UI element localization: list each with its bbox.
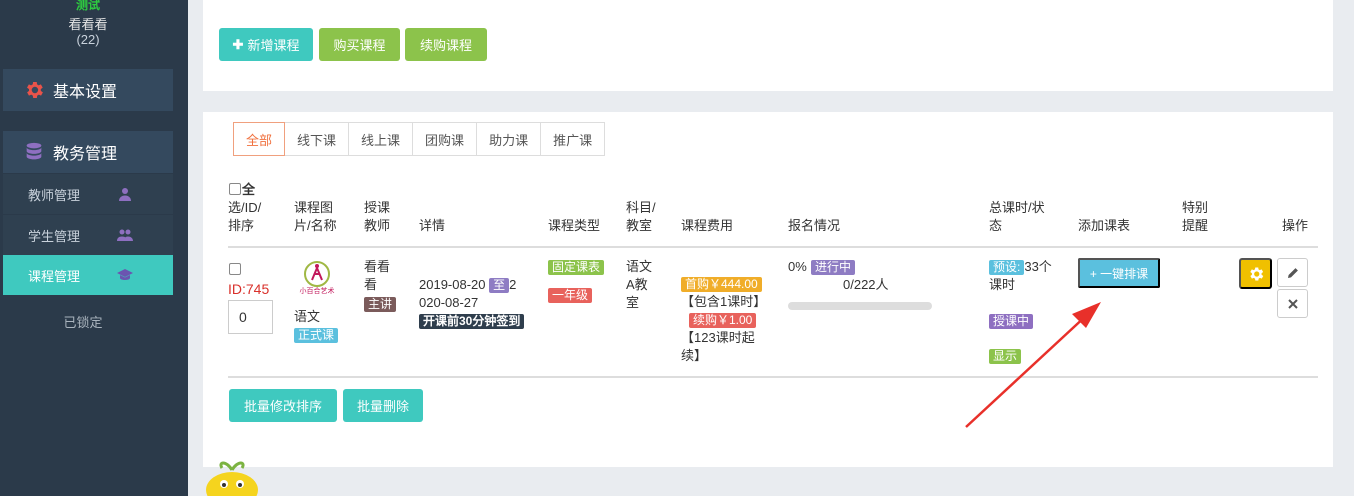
teacher-lead-badge: 主讲 xyxy=(364,295,397,313)
toolbar-panel: ✚ 新增课程 购买课程 续购课程 xyxy=(203,0,1333,91)
subject-room: 语文 A教 室 xyxy=(626,259,653,310)
course-logo: 小百合艺术 xyxy=(294,260,340,300)
header-enroll: 报名情况 xyxy=(788,218,841,233)
user-count: (22) xyxy=(76,32,100,47)
select-all-checkbox[interactable] xyxy=(229,183,241,195)
nav-edu-admin-label: 教务管理 xyxy=(53,146,118,163)
database-icon xyxy=(23,141,45,163)
header-add-schedule: 添加课表 xyxy=(1078,218,1131,233)
svg-text:小百合艺术: 小百合艺术 xyxy=(300,286,335,295)
header-reminder: 特别 提醒 xyxy=(1182,200,1209,233)
course-name: 语文 xyxy=(294,309,321,324)
edit-button[interactable] xyxy=(1277,258,1308,287)
header-select-all: 全 xyxy=(242,182,256,197)
checkin-badge: 开课前30分钟签到 xyxy=(419,312,525,330)
enroll-percent: 0% xyxy=(788,259,807,274)
tab-assist[interactable]: 助力课 xyxy=(476,122,542,156)
batch-modify-sort-button[interactable]: 批量修改排序 xyxy=(229,389,337,422)
renew-course-button[interactable]: 续购课程 xyxy=(405,28,487,61)
sidebar-item-teachers[interactable]: 教师管理 xyxy=(3,174,173,214)
row-divider xyxy=(228,376,1318,378)
batch-delete-button[interactable]: 批量删除 xyxy=(343,389,423,422)
fee-first-note: 【包含1课时】 xyxy=(681,294,767,309)
preset-unit: 课时 xyxy=(989,277,1016,292)
enroll-count: 0/222人 xyxy=(843,277,889,292)
course-formal-badge: 正式课 xyxy=(294,326,339,344)
pencil-icon xyxy=(1287,267,1298,278)
sort-input[interactable] xyxy=(228,300,273,334)
course-dates: 2019-08-20 至2 xyxy=(419,277,517,293)
header-teacher: 授课 教师 xyxy=(364,200,391,233)
add-course-button[interactable]: ✚ 新增课程 xyxy=(219,28,313,61)
tab-promo[interactable]: 推广课 xyxy=(540,122,606,156)
sidebar-item-label: 学生管理 xyxy=(28,228,81,244)
gear-icon xyxy=(23,79,45,101)
auto-schedule-button[interactable]: + 一键排课 xyxy=(1078,258,1160,288)
delete-button[interactable] xyxy=(1277,289,1308,318)
course-id: ID:745 xyxy=(228,281,270,297)
course-type-tabs: 全部 线下课 线上课 团购课 助力课 推广课 xyxy=(233,122,606,156)
tab-online[interactable]: 线上课 xyxy=(348,122,414,156)
type-grade-badge: 一年级 xyxy=(548,286,593,304)
header-actions: 操作 xyxy=(1282,218,1309,233)
header-image: 课程图 片/名称 xyxy=(294,200,337,233)
settings-button[interactable] xyxy=(1239,258,1272,289)
close-icon xyxy=(1287,298,1298,309)
nav-basic-settings[interactable]: 基本设置 xyxy=(3,69,173,111)
teacher-name: 看看 看 xyxy=(364,259,391,292)
header-total: 总课时/状 态 xyxy=(989,200,1045,233)
header-fee: 课程费用 xyxy=(681,218,734,233)
sidebar-item-label: 课程管理 xyxy=(28,268,81,284)
course-date-end: 020-08-27 xyxy=(419,295,479,310)
fee-first-badge: 首购￥444.00 xyxy=(681,275,762,293)
gear-icon xyxy=(1249,266,1263,281)
fee-renew-badge: 续购￥1.00 xyxy=(689,311,757,329)
nav-edu-admin[interactable]: 教务管理 xyxy=(3,131,173,173)
tab-group-buy[interactable]: 团购课 xyxy=(412,122,478,156)
user-name: 看看看 xyxy=(68,17,108,32)
buy-course-button[interactable]: 购买课程 xyxy=(319,28,400,61)
enroll-progress-bar xyxy=(788,302,932,310)
course-list-panel: 全部 线下课 线上课 团购课 助力课 推广课 全 选/ID/ 排序 课程图 片/… xyxy=(203,112,1333,467)
header-details: 详情 xyxy=(419,218,446,233)
sidebar-item-students[interactable]: 学生管理 xyxy=(3,215,173,255)
header-divider xyxy=(228,246,1318,248)
mascot-icon xyxy=(204,456,260,496)
header-select-id: 选/ID/ 排序 xyxy=(228,200,262,233)
user-status: 测试 xyxy=(75,0,100,12)
user-icon xyxy=(117,186,133,202)
header-subject: 科目/ 教室 xyxy=(626,200,656,233)
teaching-status-badge: 授课中 xyxy=(989,312,1034,330)
preset-hours: 预设: 33个 xyxy=(989,258,1052,276)
tab-all[interactable]: 全部 xyxy=(233,122,286,156)
sidebar-item-label: 教师管理 xyxy=(28,187,81,203)
row-checkbox[interactable] xyxy=(229,263,241,275)
type-fixed-badge: 固定课表 xyxy=(548,258,605,276)
display-status-badge: 显示 xyxy=(989,347,1022,365)
tab-offline[interactable]: 线下课 xyxy=(284,122,350,156)
enroll-status-badge: 进行中 xyxy=(811,258,856,276)
graduation-cap-icon xyxy=(117,267,133,283)
sidebar-item-courses[interactable]: 课程管理 xyxy=(3,255,173,295)
header-type: 课程类型 xyxy=(548,218,601,233)
sidebar: 测试 看看看 (22) 基本设置 教务管理 教师管理 学生管理 课程管理 已锁定 xyxy=(0,0,188,496)
plus-icon: ✚ xyxy=(232,36,244,52)
users-icon xyxy=(117,227,133,243)
fee-renew-note: 【123课时起 续】 xyxy=(681,330,755,363)
locked-label: 已锁定 xyxy=(63,315,103,330)
nav-basic-settings-label: 基本设置 xyxy=(53,84,118,101)
